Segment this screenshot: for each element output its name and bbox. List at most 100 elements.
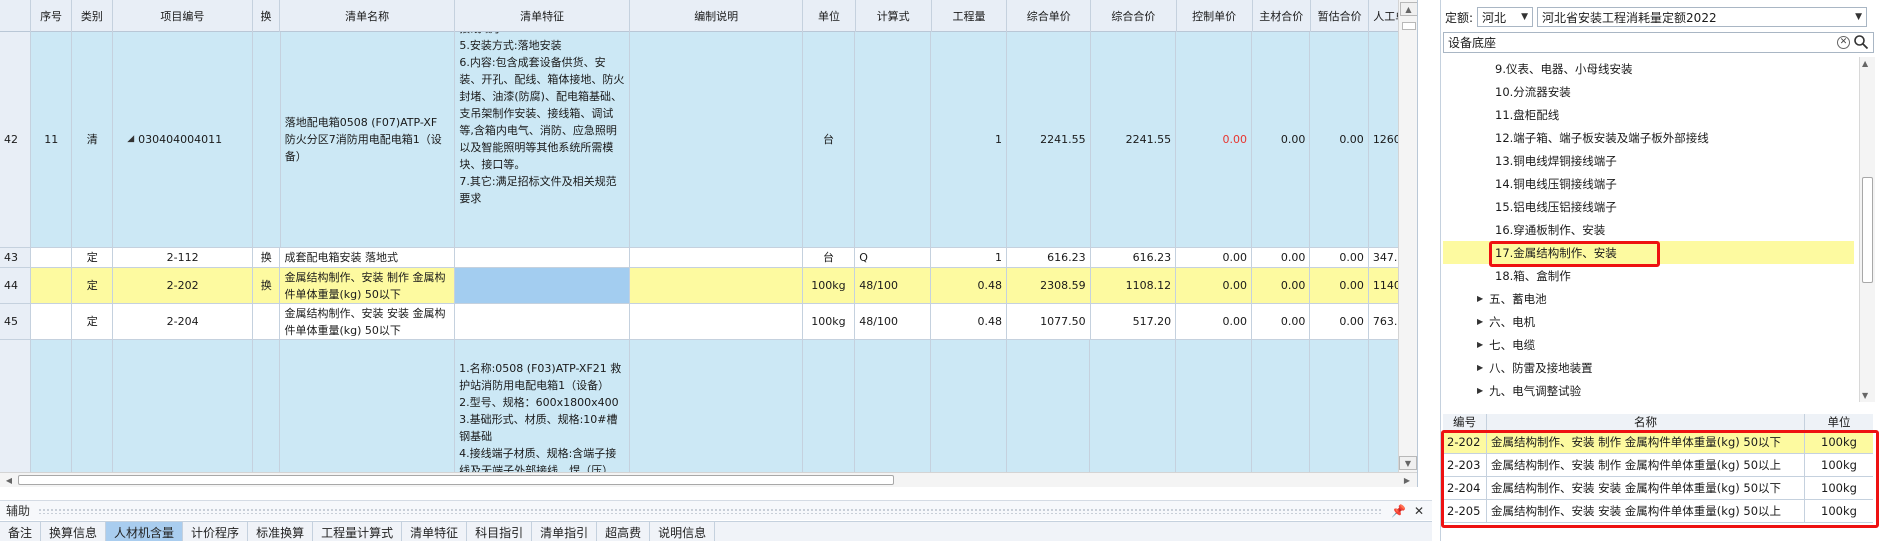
tree-node[interactable]: 16.穿通板制作、安装	[1443, 218, 1854, 241]
cell-estimate[interactable]: 0.00	[1310, 248, 1369, 267]
tree-scrollbar[interactable]: ▲ ▼	[1859, 57, 1875, 402]
cell-unit[interactable]	[802, 340, 856, 472]
cell-price[interactable]: 2308.59	[1006, 268, 1091, 303]
cell-price[interactable]: 616.23	[1006, 248, 1091, 267]
cell-qty[interactable]: 0.48	[931, 268, 1007, 303]
cell-material[interactable]	[1251, 340, 1311, 472]
list-header-unit[interactable]: 单位	[1805, 414, 1873, 430]
tree-node[interactable]: 14.铜电线压铜接线端子	[1443, 172, 1854, 195]
cell-huan[interactable]	[253, 304, 281, 339]
col-header-code[interactable]: 项目编号	[113, 0, 253, 32]
cell-feature[interactable]	[455, 304, 630, 339]
cell-name[interactable]: 成套配电箱安装 落地式	[280, 248, 456, 267]
list-item[interactable]: 2-205 金属结构制作、安装 安装 金属构件单体重量(kg) 50以上 100…	[1443, 500, 1873, 523]
tree-node-chapter[interactable]: ▶ 八、防雷及接地装置	[1443, 356, 1854, 379]
cell-name[interactable]: 金属结构制作、安装 制作 金属构件单体重量(kg) 50以下	[280, 268, 456, 303]
pin-icon[interactable]: 📌	[1391, 504, 1406, 518]
grid-vertical-scrollbar[interactable]: ▲ ▼	[1398, 0, 1417, 472]
cell-type[interactable]: 定	[72, 268, 114, 303]
table-row-selected[interactable]: 44 定 2-202 换 金属结构制作、安装 制作 金属构件单体重量(kg) 5…	[0, 268, 1398, 304]
tree-node[interactable]: 11.盘柜配线	[1443, 103, 1854, 126]
tree-node[interactable]: 13.铜电线焊铜接线端子	[1443, 149, 1854, 172]
tab-over-height-fee[interactable]: 超高费	[597, 522, 651, 541]
list-item[interactable]: 2-203 金属结构制作、安装 制作 金属构件单体重量(kg) 50以上 100…	[1443, 454, 1873, 477]
cell-unit[interactable]: 100kg	[802, 304, 856, 339]
scroll-up-icon[interactable]: ▲	[1862, 59, 1868, 68]
tree-node[interactable]: 10.分流器安装	[1443, 80, 1854, 103]
cell-price[interactable]: 2241.55	[1007, 32, 1091, 247]
cell-note[interactable]	[629, 340, 803, 472]
close-icon[interactable]: ✕	[1414, 504, 1424, 518]
cell-unit[interactable]: 台	[802, 32, 856, 247]
cell-type[interactable]: 定	[72, 248, 114, 267]
tab-bill-guide[interactable]: 清单指引	[532, 522, 598, 541]
bill-grid[interactable]: 序号 类别 项目编号 换 清单名称 清单特征 编制说明 单位 计算式 工程量 综…	[0, 0, 1418, 487]
tab-subject-guide[interactable]: 科目指引	[467, 522, 533, 541]
cell-ctrl[interactable]	[1176, 340, 1252, 472]
list-header-name[interactable]: 名称	[1487, 414, 1805, 430]
list-item-selected[interactable]: 2-202 金属结构制作、安装 制作 金属构件单体重量(kg) 50以下 100…	[1443, 431, 1873, 454]
col-header-ctrl[interactable]: 控制单价	[1177, 0, 1253, 32]
col-header-seq[interactable]: 序号	[31, 0, 72, 32]
cell-qty[interactable]: 1	[931, 32, 1008, 247]
cell-labor[interactable]: 347.	[1368, 248, 1398, 267]
cell-seq[interactable]	[31, 304, 73, 339]
table-row[interactable]: 1.名称:0508 (F03)ATP-XF21 救护站消防用电配电箱1（设备） …	[0, 340, 1398, 472]
cell-qty[interactable]: 0.48	[931, 304, 1007, 339]
col-header-feature[interactable]: 清单特征	[455, 0, 631, 32]
cell-huan[interactable]	[253, 32, 281, 247]
col-header-total[interactable]: 综合合价	[1091, 0, 1177, 32]
col-header-unit[interactable]: 单位	[803, 0, 856, 32]
tab-labor-material-machine[interactable]: 人材机含量	[106, 522, 184, 541]
col-header-note[interactable]: 编制说明	[630, 0, 804, 32]
cell-note[interactable]	[629, 304, 803, 339]
expand-arrow-icon[interactable]: ▶	[1477, 340, 1483, 349]
cell-type[interactable]: 定	[72, 304, 114, 339]
expand-arrow-icon[interactable]: ▶	[1477, 317, 1483, 326]
cell-note[interactable]	[630, 32, 803, 247]
cell-total[interactable]: 1108.12	[1090, 268, 1177, 303]
tab-description-info[interactable]: 说明信息	[650, 522, 716, 541]
cell-ctrl[interactable]: 0.00	[1176, 304, 1252, 339]
col-header-formula[interactable]: 计算式	[856, 0, 932, 32]
tree-node-chapter[interactable]: ▶ 六、电机	[1443, 310, 1854, 333]
cell-feature[interactable]	[455, 248, 630, 267]
tree-node-chapter[interactable]: ▶ 七、电缆	[1443, 333, 1854, 356]
cell-unit[interactable]: 台	[802, 248, 856, 267]
cell-formula[interactable]: Q	[855, 248, 932, 267]
horizontal-scroll-thumb[interactable]	[18, 475, 894, 485]
cell-total[interactable]: 616.23	[1090, 248, 1177, 267]
expand-arrow-icon[interactable]: ▶	[1477, 386, 1483, 395]
cell-total[interactable]	[1090, 340, 1177, 472]
search-input[interactable]	[1443, 32, 1874, 53]
cell-material[interactable]: 0.00	[1252, 32, 1311, 247]
cell-note[interactable]	[629, 268, 803, 303]
cell-seq[interactable]	[31, 340, 73, 472]
tab-quantity-formula[interactable]: 工程量计算式	[313, 522, 403, 541]
tree-node-chapter[interactable]: ▶ 五、蓄电池	[1443, 287, 1854, 310]
col-header-qty[interactable]: 工程量	[932, 0, 1008, 32]
cell-formula[interactable]: 48/100	[855, 268, 932, 303]
col-header-name[interactable]: 清单名称	[280, 0, 456, 32]
cell-seq[interactable]	[31, 268, 73, 303]
tab-pricing-procedure[interactable]: 计价程序	[183, 522, 249, 541]
list-item[interactable]: 2-204 金属结构制作、安装 安装 金属构件单体重量(kg) 50以下 100…	[1443, 477, 1873, 500]
tab-conversion-info[interactable]: 换算信息	[41, 522, 107, 541]
cell-ctrl[interactable]: 0.00	[1176, 248, 1252, 267]
tree-node[interactable]: 12.端子箱、端子板安装及端子板外部接线	[1443, 126, 1854, 149]
collapse-triangle-icon[interactable]: ◢	[127, 131, 134, 148]
cell-seq[interactable]	[31, 248, 73, 267]
cell-feature[interactable]: 接线端子 5.安装方式:落地安装 6.内容:包含成套设备供货、安装、开孔、配线、…	[455, 32, 631, 247]
tab-bill-features[interactable]: 清单特征	[402, 522, 468, 541]
list-header-code[interactable]: 编号	[1443, 414, 1487, 430]
cell-huan[interactable]: 换	[253, 268, 281, 303]
cell-feature-selected[interactable]	[455, 268, 630, 303]
cell-formula[interactable]	[855, 340, 931, 472]
tree-node-selected[interactable]: 17.金属结构制作、安装	[1443, 241, 1854, 264]
cell-name[interactable]: 金属结构制作、安装 安装 金属构件单体重量(kg) 50以下	[280, 304, 456, 339]
cell-total[interactable]: 517.20	[1090, 304, 1177, 339]
cell-type[interactable]	[72, 340, 114, 472]
scroll-up-icon[interactable]: ▲	[1399, 2, 1417, 16]
col-header-material[interactable]: 主材合价	[1253, 0, 1311, 32]
cell-labor[interactable]: 763.	[1368, 304, 1398, 339]
